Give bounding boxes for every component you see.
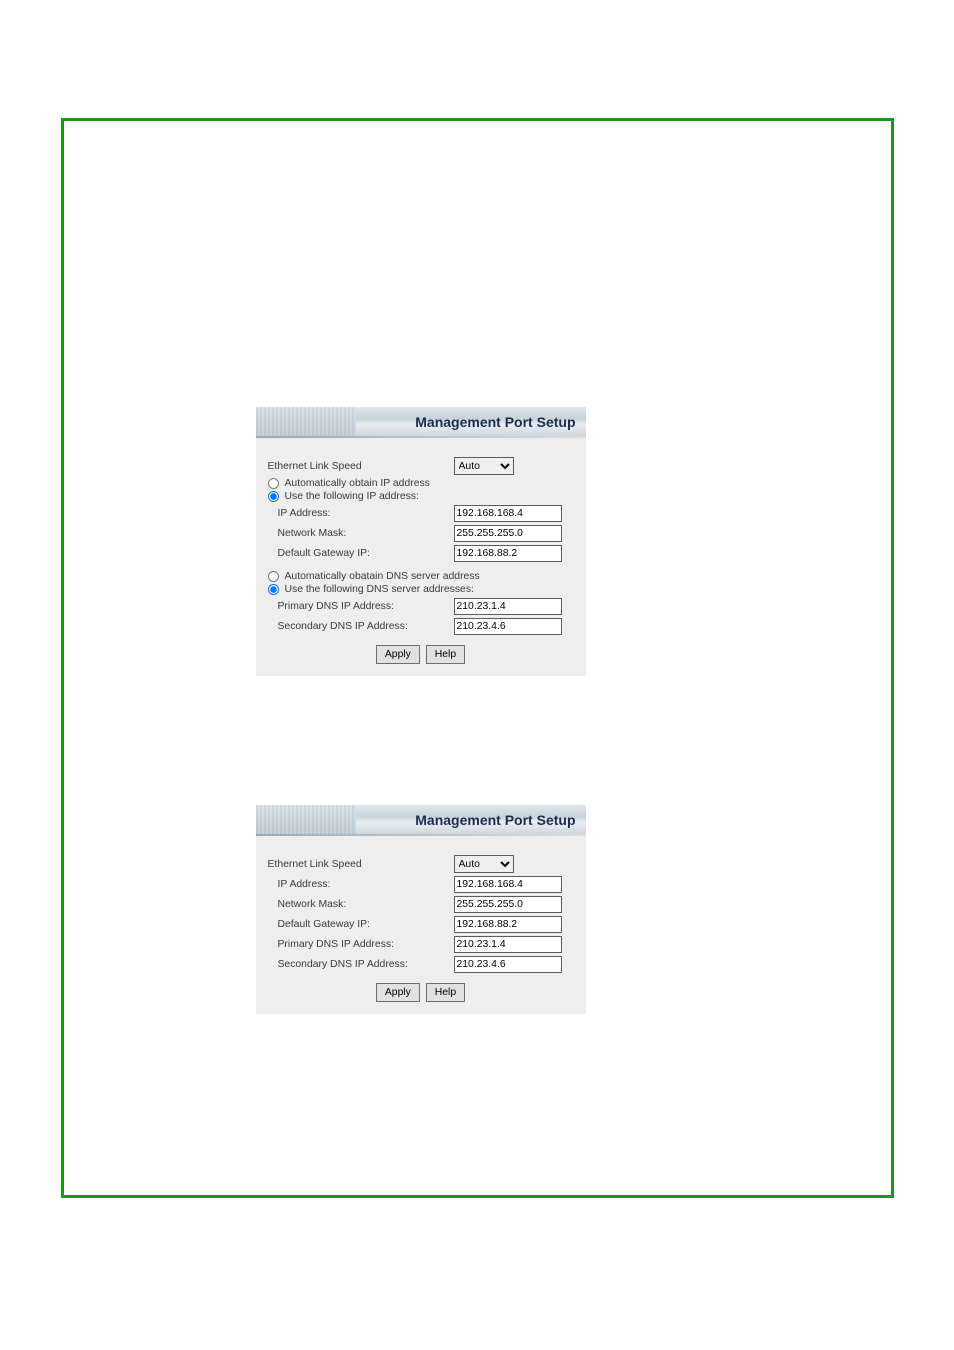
apply-button[interactable]: Apply — [376, 983, 420, 1002]
panel-title-text: Management Port Setup — [415, 414, 575, 430]
ip-address-label: IP Address: — [268, 508, 454, 519]
use-ip-radio[interactable] — [268, 491, 279, 502]
secondary-dns-label: Secondary DNS IP Address: — [268, 621, 454, 632]
auto-ip-label: Automatically obtain IP address — [285, 478, 430, 489]
panel-title-text: Management Port Setup — [415, 812, 575, 828]
help-button[interactable]: Help — [426, 983, 465, 1002]
network-mask-input[interactable] — [454, 896, 562, 913]
panel-title: Management Port Setup — [256, 805, 586, 834]
default-gateway-label: Default Gateway IP: — [268, 919, 454, 930]
management-port-setup-panel-2: Management Port Setup Ethernet Link Spee… — [256, 805, 586, 1014]
page-frame: Management Port Setup Ethernet Link Spee… — [61, 118, 894, 1198]
ethernet-link-speed-label: Ethernet Link Speed — [268, 461, 454, 472]
secondary-dns-input[interactable] — [454, 956, 562, 973]
panel-title: Management Port Setup — [256, 407, 586, 436]
primary-dns-input[interactable] — [454, 936, 562, 953]
apply-button[interactable]: Apply — [376, 645, 420, 664]
auto-ip-radio[interactable] — [268, 478, 279, 489]
management-port-setup-panel-1: Management Port Setup Ethernet Link Spee… — [256, 407, 586, 676]
secondary-dns-input[interactable] — [454, 618, 562, 635]
ethernet-link-speed-label: Ethernet Link Speed — [268, 859, 454, 870]
auto-dns-radio[interactable] — [268, 571, 279, 582]
network-mask-label: Network Mask: — [268, 528, 454, 539]
panel-body: Ethernet Link Speed Auto IP Address: Net… — [256, 842, 586, 1014]
ip-address-input[interactable] — [454, 505, 562, 522]
primary-dns-label: Primary DNS IP Address: — [268, 601, 454, 612]
panel-body: Ethernet Link Speed Auto Automatically o… — [256, 444, 586, 676]
header-divider — [256, 436, 586, 438]
ip-address-input[interactable] — [454, 876, 562, 893]
header-divider — [256, 834, 586, 836]
default-gateway-label: Default Gateway IP: — [268, 548, 454, 559]
network-mask-label: Network Mask: — [268, 899, 454, 910]
auto-dns-label: Automatically obatain DNS server address — [285, 571, 480, 582]
primary-dns-label: Primary DNS IP Address: — [268, 939, 454, 950]
ethernet-link-speed-select[interactable]: Auto — [454, 855, 514, 873]
network-mask-input[interactable] — [454, 525, 562, 542]
primary-dns-input[interactable] — [454, 598, 562, 615]
default-gateway-input[interactable] — [454, 916, 562, 933]
ip-address-label: IP Address: — [268, 879, 454, 890]
secondary-dns-label: Secondary DNS IP Address: — [268, 959, 454, 970]
help-button[interactable]: Help — [426, 645, 465, 664]
default-gateway-input[interactable] — [454, 545, 562, 562]
use-ip-label: Use the following IP address: — [285, 491, 419, 502]
use-dns-label: Use the following DNS server addresses: — [285, 584, 474, 595]
use-dns-radio[interactable] — [268, 584, 279, 595]
ethernet-link-speed-select[interactable]: Auto — [454, 457, 514, 475]
